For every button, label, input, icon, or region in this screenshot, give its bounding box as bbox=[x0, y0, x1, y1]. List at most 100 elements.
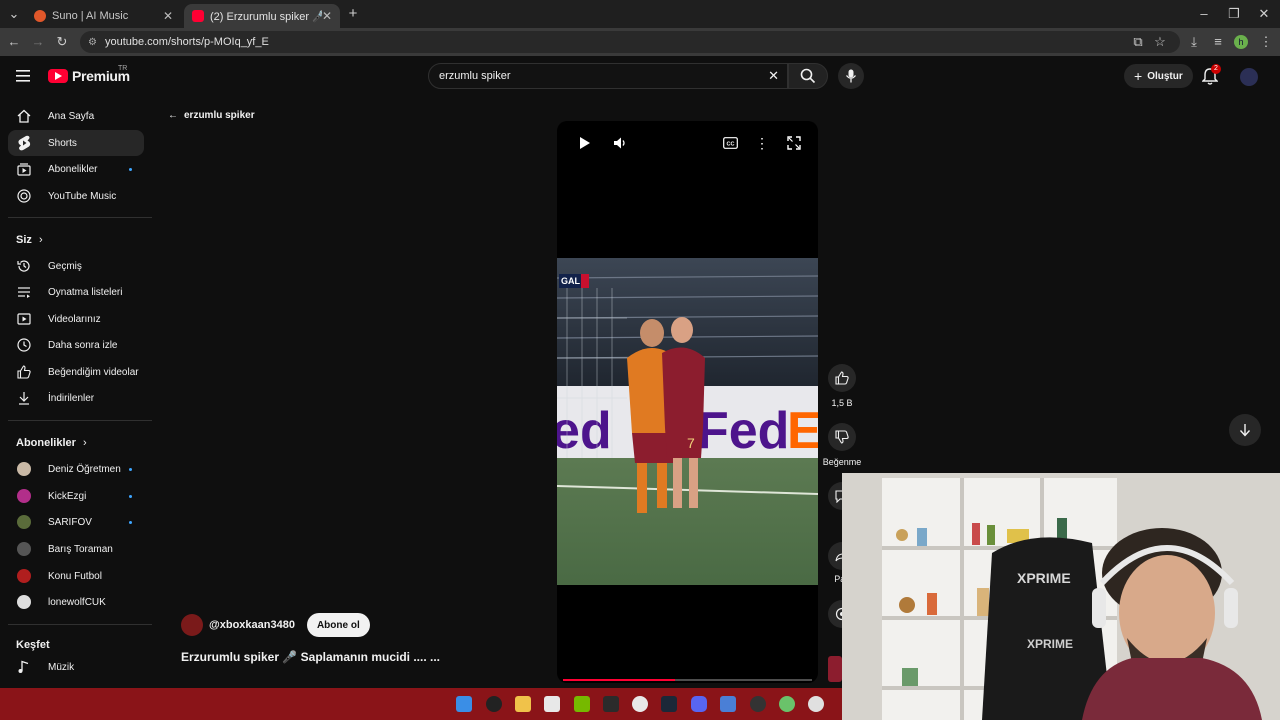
sidebar-item-playlists[interactable]: Oynatma listeleri bbox=[8, 279, 144, 305]
sidebar-item-subscriptions[interactable]: Abonelikler bbox=[8, 156, 144, 182]
windows-start-icon[interactable] bbox=[456, 696, 472, 712]
app-icon[interactable] bbox=[720, 696, 736, 712]
media-control-icon[interactable]: ≡ bbox=[1210, 34, 1226, 50]
sidebar-item-music[interactable]: Müzik bbox=[8, 654, 144, 680]
captions-icon[interactable]: CC bbox=[722, 135, 738, 151]
webcam-overlay: XPRIME XPRIME bbox=[842, 473, 1280, 720]
file-explorer-icon[interactable] bbox=[515, 696, 531, 712]
new-tab-button[interactable]: + bbox=[345, 6, 361, 22]
like-count: 1,5 B bbox=[831, 398, 853, 408]
account-avatar[interactable] bbox=[1240, 68, 1258, 86]
fullscreen-icon[interactable] bbox=[786, 135, 802, 151]
sidebar-item-channel[interactable]: lonewolfCUK bbox=[8, 589, 144, 615]
more-options-icon[interactable]: ⋮ bbox=[754, 135, 770, 151]
store-icon[interactable] bbox=[544, 696, 560, 712]
gauge-app-icon[interactable] bbox=[486, 696, 502, 712]
sidebar-item-channel[interactable]: Konu Futbol bbox=[8, 563, 144, 589]
shorts-player[interactable]: CC ⋮ Fed E ed 7 GAL bbox=[557, 121, 818, 683]
streamer-webcam-image: XPRIME XPRIME bbox=[842, 473, 1280, 720]
sidebar-item-label: Ana Sayfa bbox=[48, 110, 95, 122]
playlist-icon bbox=[16, 284, 32, 300]
subscriptions-section-header[interactable]: Abonelikler › bbox=[16, 437, 87, 449]
sidebar-item-channel[interactable]: KickEzgi bbox=[8, 483, 144, 509]
new-content-dot bbox=[129, 520, 132, 524]
voice-search-button[interactable] bbox=[838, 63, 864, 89]
sound-thumbnail[interactable] bbox=[828, 656, 842, 682]
browser-toolbar: ← → ↻ ⚙ youtube.com/shorts/p-MOIq_yf_E ⧉… bbox=[0, 28, 1280, 56]
next-short-button[interactable] bbox=[1229, 414, 1261, 446]
you-section-header[interactable]: Siz › bbox=[16, 234, 43, 246]
nvidia-icon[interactable] bbox=[574, 696, 590, 712]
sidebar-item-channel[interactable]: Barış Toraman bbox=[8, 536, 144, 562]
subscribe-button[interactable]: Abone ol bbox=[306, 613, 370, 637]
sidebar: Ana Sayfa Shorts Abonelikler YouTube Mus… bbox=[0, 98, 160, 688]
sidebar-item-shorts[interactable]: Shorts bbox=[8, 130, 144, 156]
clear-search-icon[interactable]: ✕ bbox=[768, 68, 779, 84]
score-tag: GAL bbox=[561, 276, 580, 286]
football-video-image: Fed E ed 7 bbox=[557, 258, 818, 585]
svg-text:XPRIME: XPRIME bbox=[1027, 637, 1073, 651]
sidebar-item-channel[interactable]: SARIFOV bbox=[8, 509, 144, 535]
avatar[interactable] bbox=[181, 614, 203, 636]
youtube-play-logo-icon bbox=[48, 69, 68, 83]
maximize-icon[interactable]: ❐ bbox=[1226, 6, 1242, 22]
address-bar[interactable]: ⚙ youtube.com/shorts/p-MOIq_yf_E bbox=[80, 31, 1180, 53]
subscriptions-icon bbox=[16, 161, 32, 177]
obs-icon[interactable] bbox=[750, 696, 766, 712]
search-input[interactable]: erzumlu spiker ✕ bbox=[428, 63, 788, 89]
play-icon[interactable] bbox=[577, 135, 593, 151]
download-icon[interactable]: ⤓ bbox=[1186, 34, 1202, 50]
back-to-search-button[interactable]: ← erzumlu spiker bbox=[168, 110, 255, 121]
sidebar-item-channel[interactable]: Deniz Öğretmen bbox=[8, 456, 144, 482]
channel-name[interactable]: @xboxkaan3480 bbox=[209, 619, 295, 631]
youtube-premium-logo[interactable]: Premium TR bbox=[48, 65, 130, 84]
profile-avatar[interactable]: h bbox=[1234, 35, 1248, 49]
video-progress-bar[interactable] bbox=[563, 679, 812, 681]
sidebar-item-your-videos[interactable]: Videolarınız bbox=[8, 306, 144, 332]
chrome-profile-icon[interactable] bbox=[779, 696, 795, 712]
sidebar-item-youtube-music[interactable]: YouTube Music bbox=[8, 183, 144, 209]
volume-icon[interactable] bbox=[612, 135, 628, 151]
sidebar-item-history[interactable]: Geçmiş bbox=[8, 253, 144, 279]
sidebar-item-downloads[interactable]: İndirilenler bbox=[8, 385, 144, 411]
close-icon[interactable]: ✕ bbox=[163, 9, 173, 23]
youtube-favicon-icon bbox=[192, 10, 204, 22]
close-icon[interactable]: ✕ bbox=[322, 9, 332, 23]
site-info-icon[interactable]: ⚙ bbox=[88, 37, 97, 48]
close-window-icon[interactable]: ✕ bbox=[1256, 6, 1272, 22]
section-title: Abonelikler bbox=[16, 437, 76, 449]
sidebar-item-home[interactable]: Ana Sayfa bbox=[8, 103, 144, 129]
tab-search-icon[interactable]: ⌄ bbox=[6, 6, 22, 22]
sidebar-item-label: İndirilenler bbox=[48, 392, 95, 404]
region-code: TR bbox=[118, 65, 128, 72]
media-player-icon[interactable] bbox=[808, 696, 824, 712]
back-icon[interactable]: ← bbox=[6, 34, 22, 50]
sidebar-item-watch-later[interactable]: Daha sonra izle bbox=[8, 332, 144, 358]
tab-youtube[interactable]: (2) Erzurumlu spiker 🎤 Saplam ✕ bbox=[184, 4, 340, 28]
svg-text:CC: CC bbox=[726, 142, 734, 148]
chrome-icon[interactable] bbox=[632, 696, 648, 712]
minimize-icon[interactable]: – bbox=[1196, 6, 1212, 22]
create-button[interactable]: + Oluştur bbox=[1124, 64, 1193, 88]
browser-menu-icon[interactable]: ⋮ bbox=[1258, 34, 1274, 50]
microphone-icon bbox=[845, 69, 857, 83]
sidebar-item-label: lonewolfCUK bbox=[48, 596, 106, 608]
channel-avatar-wrap bbox=[16, 594, 32, 610]
channel-avatar-wrap bbox=[16, 514, 32, 530]
notifications-button[interactable]: 2 bbox=[1201, 64, 1221, 86]
menu-icon[interactable] bbox=[16, 69, 32, 83]
epic-games-icon[interactable] bbox=[603, 696, 619, 712]
reload-icon[interactable]: ↻ bbox=[54, 34, 70, 50]
dislike-button[interactable] bbox=[828, 423, 856, 451]
like-button[interactable] bbox=[828, 364, 856, 392]
search-button[interactable] bbox=[788, 63, 828, 89]
tab-suno[interactable]: Suno | AI Music ✕ bbox=[26, 4, 181, 28]
history-icon bbox=[16, 258, 32, 274]
discord-icon[interactable] bbox=[691, 696, 707, 712]
forward-icon[interactable]: → bbox=[30, 34, 46, 50]
steam-icon[interactable] bbox=[661, 696, 677, 712]
cast-icon[interactable]: ⧉ bbox=[1130, 34, 1146, 50]
bookmark-star-icon[interactable]: ☆ bbox=[1152, 34, 1168, 50]
sidebar-item-liked-videos[interactable]: Beğendiğim videolar bbox=[8, 359, 144, 385]
sidebar-item-label: YouTube Music bbox=[48, 190, 117, 202]
